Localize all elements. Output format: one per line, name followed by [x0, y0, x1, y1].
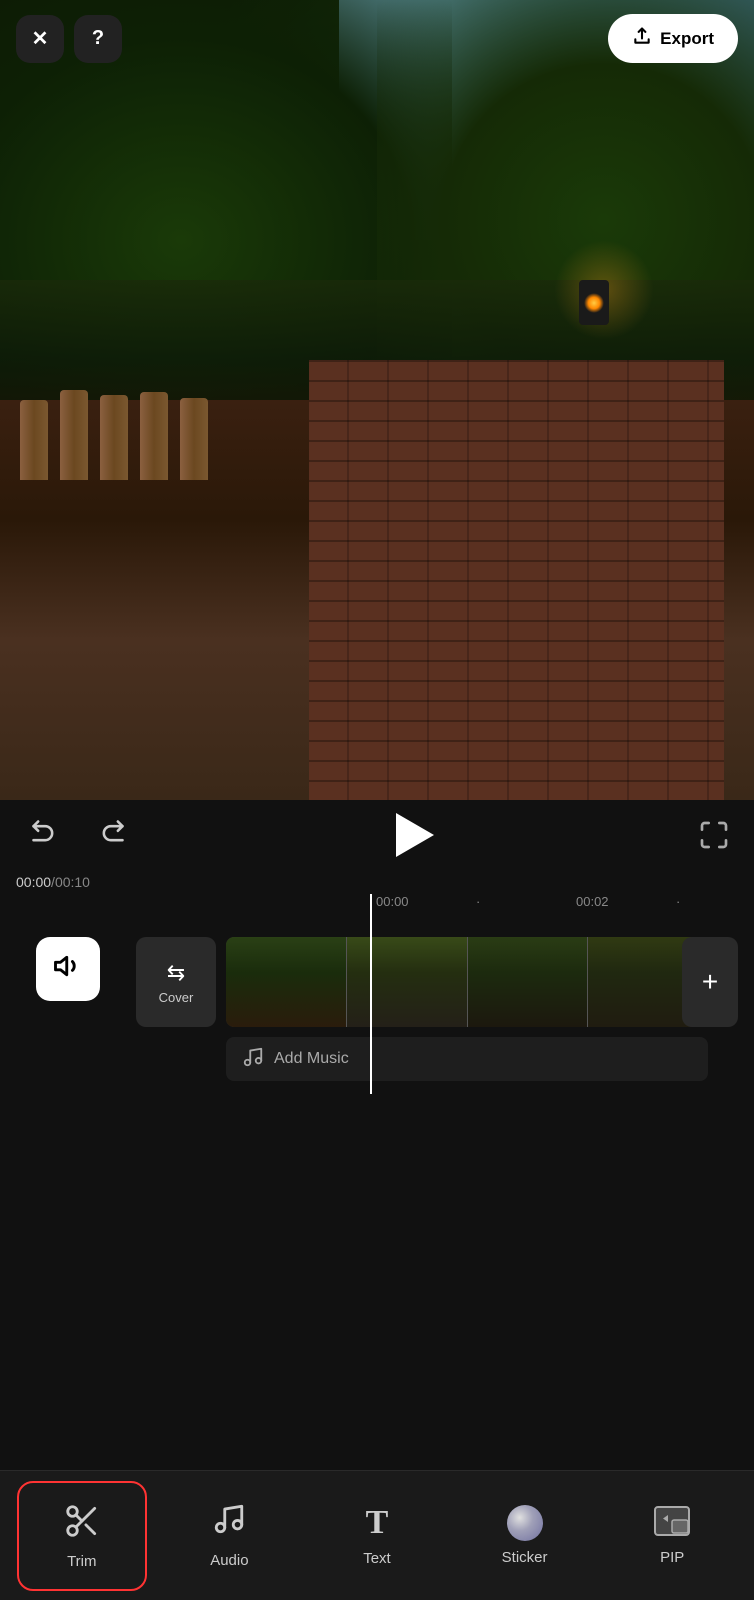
lantern — [574, 280, 614, 340]
top-bar-left: ✕ ? — [16, 15, 122, 63]
trim-label: Trim — [67, 1553, 96, 1570]
sticker-label: Sticker — [502, 1549, 548, 1566]
toolbar-item-sticker[interactable]: Sticker — [460, 1481, 590, 1591]
strip-segment-2 — [347, 937, 467, 1027]
time-total: 00:10 — [55, 874, 90, 890]
text-label: Text — [363, 1550, 391, 1567]
add-music-track[interactable]: Add Music — [226, 1037, 708, 1081]
strip-segment-3 — [468, 937, 588, 1027]
fence-posts — [20, 240, 284, 480]
play-button[interactable] — [396, 813, 434, 857]
bottom-toolbar: Trim Audio T Text Sticker — [0, 1470, 754, 1600]
strip-segment-1 — [226, 937, 346, 1027]
export-icon — [632, 26, 652, 51]
help-button[interactable]: ? — [74, 15, 122, 63]
pip-label: PIP — [660, 1549, 684, 1566]
pip-icon — [654, 1506, 690, 1541]
app-container: ✕ ? Export — [0, 0, 754, 1600]
fence-post — [140, 392, 168, 480]
toolbar-item-text[interactable]: T Text — [312, 1481, 442, 1591]
playhead — [370, 894, 372, 1094]
cover-icon: ⇆ — [167, 960, 185, 986]
fence-post — [100, 395, 128, 480]
lantern-light — [584, 293, 604, 313]
top-bar: ✕ ? Export — [0, 0, 754, 73]
brick-pattern — [309, 360, 724, 800]
video-background — [0, 0, 754, 800]
video-strip[interactable] — [226, 937, 708, 1027]
fullscreen-button[interactable] — [698, 819, 730, 851]
scissors-icon — [63, 1502, 101, 1545]
ctrl-left — [24, 812, 132, 859]
toolbar-item-trim[interactable]: Trim — [17, 1481, 147, 1591]
lantern-body — [579, 280, 609, 325]
note-icon — [212, 1502, 246, 1544]
volume-icon — [53, 951, 83, 988]
cover-clip[interactable]: ⇆ Cover — [136, 937, 216, 1027]
timeline-area: 00:00 · 00:02 · ⇆ Cover — [0, 894, 754, 1470]
music-icon — [242, 1046, 264, 1073]
time-marker-0: 00:00 — [376, 894, 409, 909]
add-clip-button[interactable]: + — [682, 937, 738, 1027]
time-marker-2: 00:02 — [576, 894, 609, 909]
sticker-icon — [507, 1505, 543, 1541]
time-current: 00:00 — [16, 874, 51, 890]
timeline-tracks: ⇆ Cover + — [16, 922, 738, 1052]
fence-post — [180, 398, 208, 480]
add-clip-icon: + — [702, 966, 718, 998]
cover-label: Cover — [159, 990, 194, 1005]
fence-post — [20, 400, 48, 480]
text-t-icon: T — [366, 1504, 389, 1542]
undo-button[interactable] — [24, 812, 64, 859]
redo-button[interactable] — [92, 812, 132, 859]
toolbar-item-pip[interactable]: PIP — [607, 1481, 737, 1591]
play-icon — [396, 813, 434, 857]
export-button[interactable]: Export — [608, 14, 738, 63]
timeline-ruler: 00:00 · 00:02 · — [16, 894, 738, 922]
audio-label: Audio — [210, 1552, 248, 1569]
time-dot-1: · — [476, 894, 480, 909]
export-label: Export — [660, 29, 714, 49]
video-preview: ✕ ? Export — [0, 0, 754, 800]
time-display: 00:00 / 00:10 — [0, 870, 754, 894]
music-label: Add Music — [274, 1050, 349, 1068]
time-dot-2: · — [676, 894, 680, 909]
volume-button[interactable] — [36, 937, 100, 1001]
fence-post — [60, 390, 88, 480]
toolbar-item-audio[interactable]: Audio — [164, 1481, 294, 1591]
controls-bar — [0, 800, 754, 870]
close-button[interactable]: ✕ — [16, 15, 64, 63]
